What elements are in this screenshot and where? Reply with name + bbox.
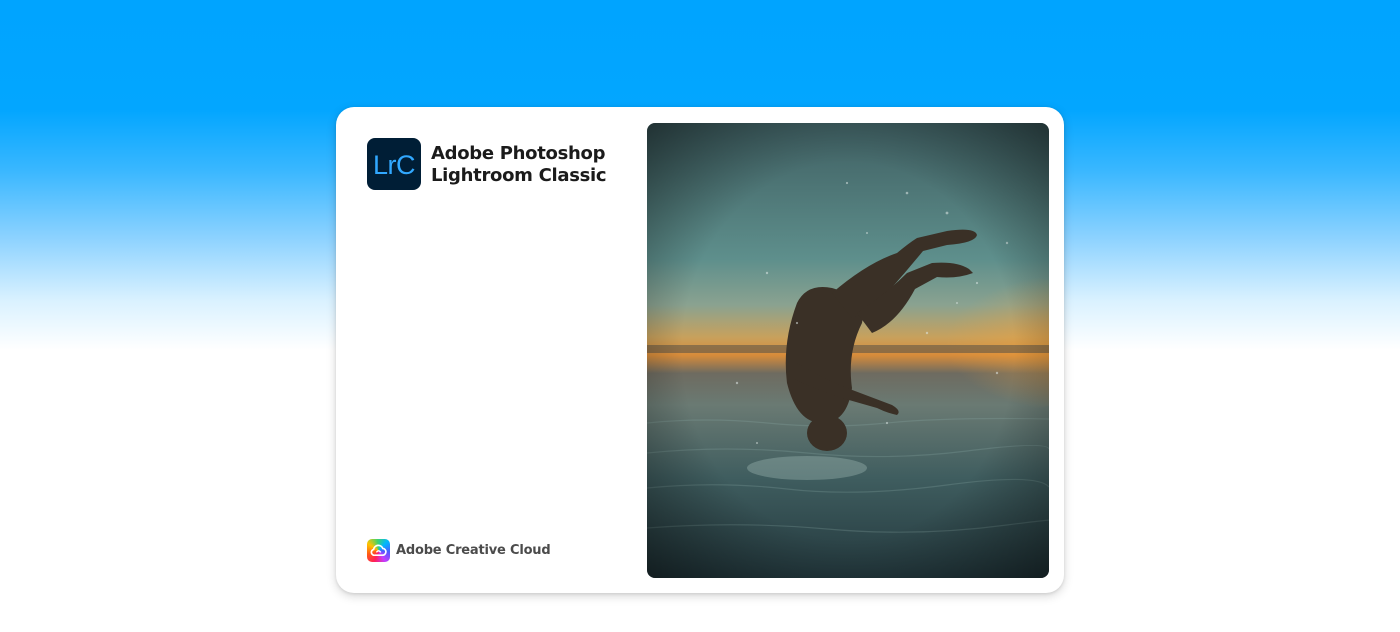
- app-title-line2: Lightroom Classic: [431, 165, 607, 186]
- app-logo-text: LrC: [372, 149, 416, 180]
- creative-cloud-icon: [367, 538, 390, 562]
- lightroom-classic-logo: LrC: [367, 138, 421, 190]
- splash-photo: [647, 123, 1049, 578]
- app-title: Adobe Photoshop Lightroom Classic: [431, 143, 607, 187]
- creative-cloud-label: Adobe Creative Cloud: [396, 542, 551, 558]
- creative-cloud-brand: Adobe Creative Cloud: [367, 538, 551, 562]
- app-title-line1: Adobe Photoshop: [431, 143, 606, 164]
- splash-screen: LrC Adobe Photoshop Lightroom Classic Ad…: [336, 107, 1064, 593]
